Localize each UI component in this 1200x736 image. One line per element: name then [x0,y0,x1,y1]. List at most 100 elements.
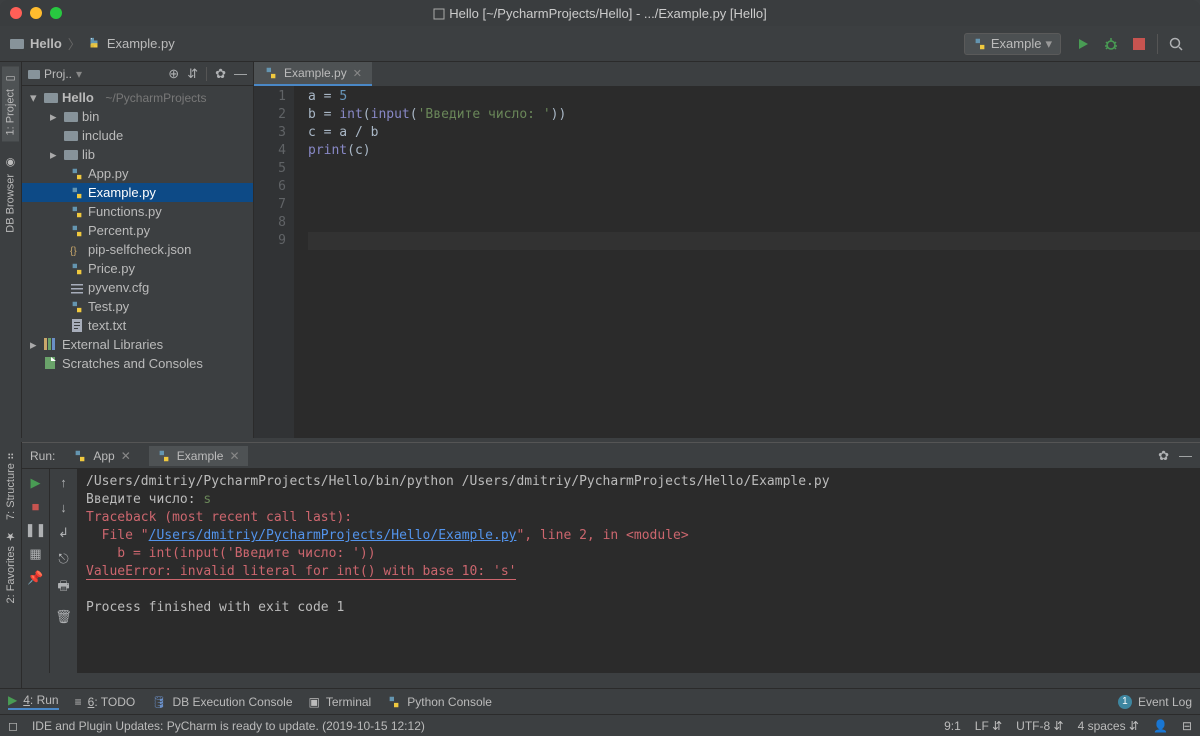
tree-item[interactable]: include [22,126,253,145]
tree-item[interactable]: Price.py [22,259,253,278]
tree-item[interactable]: App.py [22,164,253,183]
sidebar-tab-db-browser[interactable]: DB Browser ◉ [2,151,19,239]
navigation-bar: Hello 〉 Example.py Example ▾ [0,26,1200,62]
trash-icon[interactable]: 🗑 [55,609,72,625]
editor: Example.py ✕ 123456789 a = 5b = int(inpu… [254,62,1200,438]
chevron-right-icon: 〉 [68,34,81,53]
window-minimize-button[interactable] [30,7,42,19]
left-tool-stripe-lower: 7: Structure ⠶ 2: Favorites ★ [0,442,22,688]
tree-item[interactable]: ▸bin [22,107,253,126]
folder-icon [28,68,40,80]
run-config-selector[interactable]: Example ▾ [964,33,1061,55]
chevron-right-icon: ▸ [30,337,40,353]
line-separator[interactable]: LF ⇵ [975,719,1002,733]
sidebar-tab-structure[interactable]: 7: Structure ⠶ [4,452,17,520]
python-file-icon [264,66,278,80]
database-icon: ◉ [4,157,17,170]
down-icon[interactable]: ↓ [60,500,67,515]
tree-item[interactable]: {}pip-selfcheck.json [22,240,253,259]
close-icon[interactable]: ✕ [353,67,362,80]
left-tool-stripe: 1: Project ▭ DB Browser ◉ [0,62,22,438]
breadcrumb-project[interactable]: Hello [30,36,62,51]
file-encoding[interactable]: UTF-8 ⇵ [1016,719,1063,733]
tree-item[interactable]: pyvenv.cfg [22,278,253,297]
gear-icon[interactable]: ✿ [1158,448,1169,464]
tool-tab-todo[interactable]: ≡6: TODO [75,695,136,709]
wrap-icon[interactable]: ↲ [58,525,69,541]
print-icon[interactable]: 🖶 [57,577,69,599]
editor-content[interactable]: a = 5b = int(input('Введите число: '))c … [294,86,1200,438]
stop-button[interactable] [1125,30,1153,58]
scratch-icon [44,357,58,371]
rerun-icon[interactable]: ▶ [31,475,41,491]
pause-icon[interactable]: ❚❚ [25,522,47,538]
indent-config[interactable]: 4 spaces ⇵ [1078,719,1139,733]
gear-icon[interactable]: ✿ [215,66,226,82]
editor-tab-example[interactable]: Example.py ✕ [254,62,372,86]
status-message[interactable]: IDE and Plugin Updates: PyCharm is ready… [32,719,425,733]
layout-icon[interactable]: ▦ [29,546,41,562]
close-icon[interactable]: ✕ [121,449,131,463]
run-button[interactable] [1069,30,1097,58]
editor-gutter[interactable]: 123456789 [254,86,294,438]
project-icon: ▭ [4,72,17,85]
hide-icon[interactable]: — [1179,448,1192,463]
folder-icon [44,91,58,105]
run-action-gutter-2: ↑ ↓ ↲ ⎋ 🖶 🗑 [50,469,78,673]
window-maximize-button[interactable] [50,7,62,19]
tool-tab-python-console[interactable]: Python Console [387,695,492,709]
memory-icon[interactable]: ⊟ [1182,719,1192,733]
up-icon[interactable]: ↑ [60,475,67,490]
run-label: Run: [30,449,55,463]
breadcrumb-file[interactable]: Example.py [107,36,175,51]
tool-tab-db-console[interactable]: 🛢DB Execution Console [151,695,292,709]
chevron-down-icon: ▾ [1045,36,1052,52]
run-action-gutter-1: ▶ ■ ❚❚ ▦ 📌 [22,469,50,673]
sidebar-tab-favorites[interactable]: 2: Favorites ★ [4,530,17,604]
stop-icon[interactable]: ■ [32,499,40,514]
notification-badge: 1 [1118,695,1132,709]
tree-item[interactable]: Functions.py [22,202,253,221]
window-close-button[interactable] [10,7,22,19]
tree-item[interactable]: text.txt [22,316,253,335]
tree-item[interactable]: Example.py [22,183,253,202]
tree-item[interactable]: ▸lib [22,145,253,164]
caret-position[interactable]: 9:1 [944,719,961,733]
folder-icon [10,37,24,51]
project-tree[interactable]: ▾ Hello ~/PycharmProjects ▸bin include▸l… [22,86,253,438]
run-tool-window: Run: App✕ Example✕ ✿ — ▶ ■ ❚❚ ▦ 📌 ↑ ↓ ↲ … [22,442,1200,673]
pin-icon[interactable]: 📌 [27,570,43,586]
search-everywhere-button[interactable] [1162,30,1190,58]
project-pane-title[interactable]: Proj..▾ [28,67,82,81]
console-output[interactable]: /Users/dmitriy/PycharmProjects/Hello/bin… [78,469,1200,673]
tree-scratches[interactable]: ▸Scratches and Consoles [22,354,253,373]
python-icon [387,695,401,709]
tree-item[interactable]: Percent.py [22,221,253,240]
tree-external-libs[interactable]: ▸External Libraries [22,335,253,354]
status-bar: ◻ IDE and Plugin Updates: PyCharm is rea… [0,714,1200,736]
scroll-icon[interactable]: ⎋ [58,551,68,567]
run-tab-app[interactable]: App✕ [65,446,138,466]
python-icon [73,449,87,463]
tool-tab-event-log[interactable]: 1Event Log [1118,695,1192,709]
bottom-tool-stripe: ▶4: Run ≡6: TODO 🛢DB Execution Console ▣… [0,688,1200,714]
libraries-icon [44,338,58,352]
tool-windows-icon[interactable]: ◻ [8,719,18,733]
tool-tab-run[interactable]: ▶4: Run [8,693,59,710]
svg-text:{}: {} [70,246,77,257]
hide-icon[interactable]: — [234,66,247,81]
collapse-icon[interactable]: ⇵ [187,66,198,82]
terminal-icon: ▣ [309,695,320,709]
inspection-icon[interactable]: 👤 [1153,719,1168,733]
sidebar-tab-project[interactable]: 1: Project ▭ [2,66,19,141]
debug-button[interactable] [1097,30,1125,58]
tree-root[interactable]: ▾ Hello ~/PycharmProjects [22,88,253,107]
tree-item[interactable]: Test.py [22,297,253,316]
titlebar: Hello [~/PycharmProjects/Hello] - .../Ex… [0,0,1200,26]
python-icon [973,37,987,51]
run-tab-example[interactable]: Example✕ [149,446,248,466]
locate-icon[interactable]: ⊕ [168,66,179,82]
tool-tab-terminal[interactable]: ▣Terminal [309,695,372,709]
python-file-icon [87,37,101,51]
close-icon[interactable]: ✕ [229,449,239,463]
